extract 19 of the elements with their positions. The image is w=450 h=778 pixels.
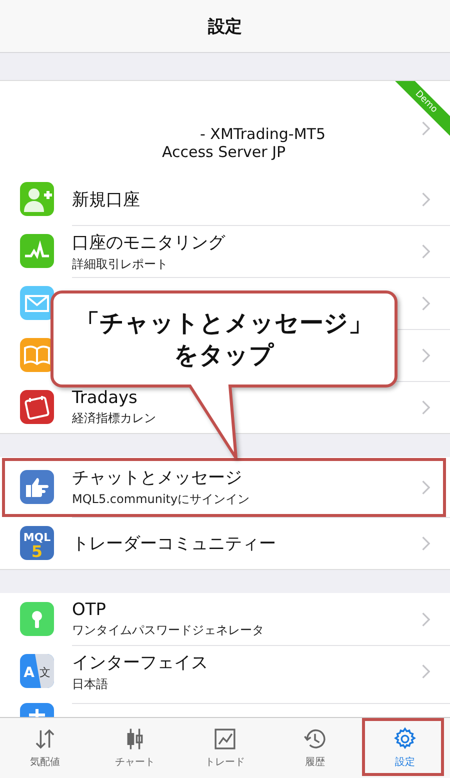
row-title: チャットとメッセージ xyxy=(72,467,242,489)
mql5-logo-icon: MQL 5 xyxy=(20,526,54,560)
row-subtitle: 詳細取引レポート xyxy=(72,256,168,272)
account-server-name: Access Server JP xyxy=(162,143,286,161)
row-subtitle: 経済指標カレン xyxy=(72,410,156,427)
row-title: OTP xyxy=(72,600,106,620)
row-title: インターフェイス xyxy=(72,652,208,674)
row-title: トレーダーコミュニティー xyxy=(72,533,276,555)
account-server: - XMTrading-MT5 xyxy=(200,125,326,143)
row-title: 新規口座 xyxy=(72,188,140,210)
screen-title: 設定 xyxy=(208,16,242,38)
callout-text: をタップ xyxy=(174,340,274,371)
row-subtitle: 日本語 xyxy=(72,676,108,692)
row-subtitle: MQL5.communityにサインイン xyxy=(72,491,250,508)
row-title: Tradays xyxy=(72,388,138,408)
callout-text: 「チャットとメッセージ」 xyxy=(76,308,372,339)
row-subtitle: ワンタイムパスワードジェネレータ xyxy=(72,622,264,638)
row-title: 口座のモニタリング xyxy=(72,232,225,254)
translate-icon: A 文 xyxy=(20,654,54,688)
